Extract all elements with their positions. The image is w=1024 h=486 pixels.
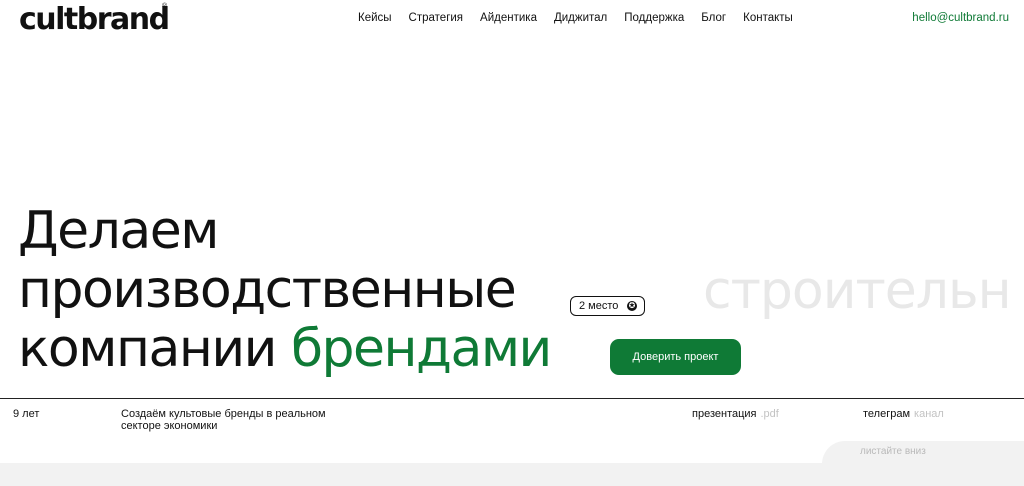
main-nav: Кейсы Стратегия Айдентика Диджитал Подде…	[358, 11, 793, 25]
hero-title-line-1: Делаем	[18, 201, 219, 261]
email-link[interactable]: hello@cultbrand.ru	[912, 11, 1009, 25]
presentation-ext: .pdf	[760, 408, 779, 420]
divider	[0, 398, 1024, 399]
presentation-label: презентация	[692, 408, 757, 420]
nav-item-support[interactable]: Поддержка	[624, 11, 684, 25]
bottom-band	[0, 463, 1024, 486]
logo[interactable]: cultbrand	[19, 2, 170, 38]
site-header: cultbrand ® Кейсы Стратегия Айдентика Ди…	[0, 0, 1024, 40]
hero-title: Делаем производственные компании брендам…	[18, 201, 552, 379]
nav-item-blog[interactable]: Блог	[701, 11, 726, 25]
nav-item-contacts[interactable]: Контакты	[743, 11, 793, 25]
industry-ticker-word: строительн	[703, 261, 1012, 321]
award-icon: ✪	[627, 301, 637, 311]
telegram-link[interactable]: телеграм канал	[863, 408, 944, 420]
telegram-sub: канал	[914, 408, 944, 420]
logo-registered-mark: ®	[162, 3, 168, 10]
telegram-label: телеграм	[863, 408, 911, 420]
nav-item-identity[interactable]: Айдентика	[480, 11, 537, 25]
nav-item-strategy[interactable]: Стратегия	[409, 11, 464, 25]
years-text: 9 лет	[13, 408, 40, 420]
nav-item-cases[interactable]: Кейсы	[358, 11, 392, 25]
hero-title-line-2: производственные	[18, 260, 517, 320]
scroll-hint: листайте вниз	[860, 446, 926, 457]
rating-badge[interactable]: 2 место ✪	[570, 296, 645, 316]
tagline-text: Создаём культовые бренды в реальном сект…	[121, 408, 326, 432]
page: cultbrand ® Кейсы Стратегия Айдентика Ди…	[0, 0, 1024, 486]
trust-project-button[interactable]: Доверить проект	[610, 339, 741, 375]
rating-badge-label: 2 место	[579, 300, 619, 312]
hero-title-line-3-prefix: компании	[18, 319, 277, 379]
presentation-link[interactable]: презентация .pdf	[692, 408, 779, 420]
hero-title-accent: брендами	[290, 319, 552, 379]
hero-title-line-3: компании брендами	[18, 319, 552, 379]
nav-item-digital[interactable]: Диджитал	[554, 11, 607, 25]
